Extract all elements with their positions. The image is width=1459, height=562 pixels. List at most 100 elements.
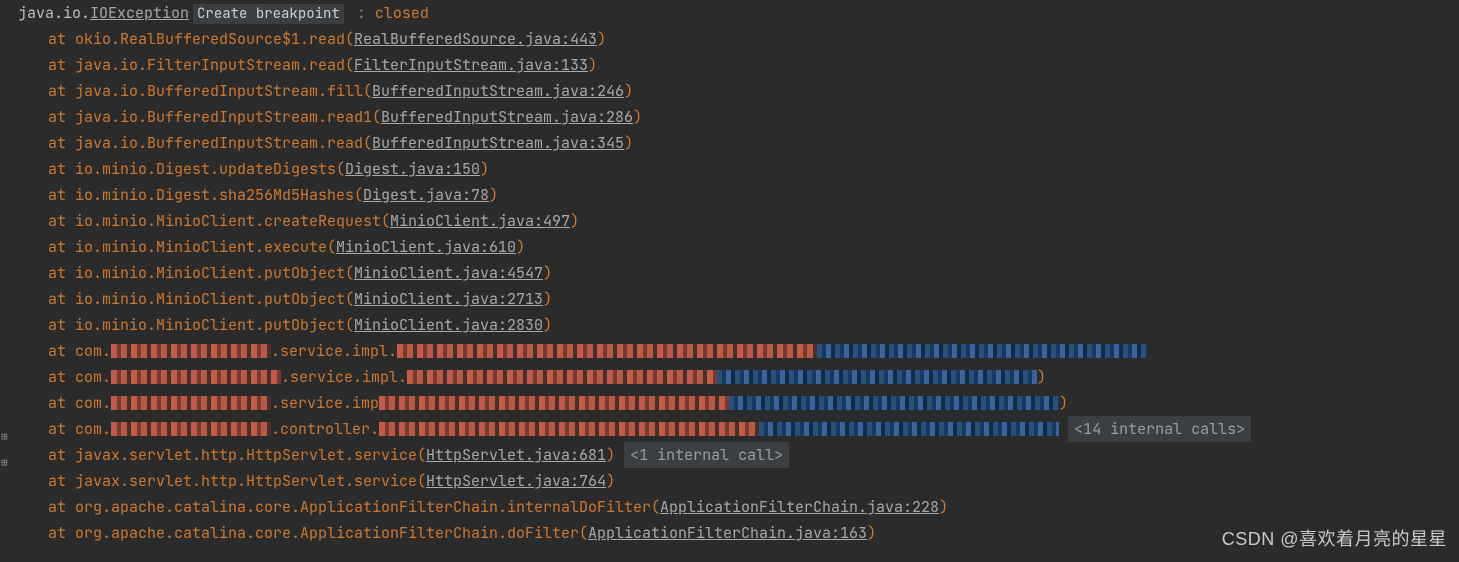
at-keyword: at xyxy=(48,133,75,153)
fold-marker-icon[interactable]: ⊞ xyxy=(1,450,13,462)
source-link[interactable]: Digest.java:150 xyxy=(345,159,480,179)
stack-frame: at io.minio.MinioClient.putObject(MinioC… xyxy=(18,286,1459,312)
at-keyword: at xyxy=(48,237,75,257)
source-link[interactable]: HttpServlet.java:764 xyxy=(426,471,606,491)
exception-message: closed xyxy=(375,3,429,23)
redacted-segment xyxy=(111,370,281,384)
redacted-segment xyxy=(111,396,271,410)
frame-path: javax.servlet.http.HttpServlet.service xyxy=(75,471,417,491)
at-keyword: at xyxy=(48,445,75,465)
separator: : xyxy=(348,3,375,23)
at-keyword: at xyxy=(48,263,75,283)
stack-frame: at java.io.BufferedInputStream.fill(Buff… xyxy=(18,78,1459,104)
stack-frame: at java.io.BufferedInputStream.read(Buff… xyxy=(18,130,1459,156)
stack-frame: at javax.servlet.http.HttpServlet.servic… xyxy=(18,468,1459,494)
frame-path: com. xyxy=(75,393,111,413)
at-keyword: at xyxy=(48,29,75,49)
fold-marker-icon[interactable]: ⊞ xyxy=(1,424,13,436)
exception-line: java.io.IOExceptionCreate breakpoint : c… xyxy=(18,0,1459,26)
frame-path: com. xyxy=(75,341,111,361)
frame-path: .service.imp xyxy=(271,393,379,413)
redacted-segment xyxy=(111,344,271,358)
at-keyword: at xyxy=(48,341,75,361)
source-link[interactable]: MinioClient.java:2830 xyxy=(354,315,543,335)
stack-frame: at io.minio.MinioClient.putObject(MinioC… xyxy=(18,312,1459,338)
source-link[interactable]: MinioClient.java:2713 xyxy=(354,289,543,309)
source-link[interactable]: Digest.java:78 xyxy=(363,185,489,205)
stack-frame: at okio.RealBufferedSource$1.read(RealBu… xyxy=(18,26,1459,52)
frame-path: .service.impl. xyxy=(281,367,407,387)
stack-frame: at io.minio.Digest.updateDigests(Digest.… xyxy=(18,156,1459,182)
stack-frame: at javax.servlet.http.HttpServlet.servic… xyxy=(18,442,1459,468)
source-link[interactable]: ApplicationFilterChain.java:163 xyxy=(588,523,867,543)
at-keyword: at xyxy=(48,393,75,413)
at-keyword: at xyxy=(48,289,75,309)
internal-calls-badge[interactable]: <14 internal calls> xyxy=(1068,416,1251,442)
source-link[interactable]: HttpServlet.java:681 xyxy=(426,445,606,465)
frame-path: io.minio.MinioClient.execute xyxy=(75,237,327,257)
stack-frame: at io.minio.Digest.sha256Md5Hashes(Diges… xyxy=(18,182,1459,208)
at-keyword: at xyxy=(48,55,75,75)
redacted-segment xyxy=(379,396,729,410)
frame-path: .controller. xyxy=(271,419,379,439)
stack-frame: at com..service.imp) xyxy=(18,390,1459,416)
source-link[interactable]: BufferedInputStream.java:345 xyxy=(372,133,624,153)
frame-path: javax.servlet.http.HttpServlet.service xyxy=(75,445,417,465)
redacted-segment xyxy=(397,344,817,358)
source-link[interactable]: RealBufferedSource.java:443 xyxy=(354,29,597,49)
create-breakpoint-button[interactable]: Create breakpoint xyxy=(193,4,344,24)
frame-path: com. xyxy=(75,367,111,387)
frame-path: io.minio.Digest.updateDigests xyxy=(75,159,336,179)
redacted-link[interactable] xyxy=(817,344,1147,358)
csdn-watermark: CSDN @喜欢着月亮的星星 xyxy=(1222,526,1447,552)
frame-path: com. xyxy=(75,419,111,439)
at-keyword: at xyxy=(48,185,75,205)
source-link[interactable]: MinioClient.java:497 xyxy=(390,211,570,231)
at-keyword: at xyxy=(48,523,75,543)
frame-path: io.minio.MinioClient.createRequest xyxy=(75,211,381,231)
exception-package: java.io. xyxy=(18,3,90,23)
stack-frame: at io.minio.MinioClient.createRequest(Mi… xyxy=(18,208,1459,234)
stack-frame: at org.apache.catalina.core.ApplicationF… xyxy=(18,494,1459,520)
at-keyword: at xyxy=(48,107,75,127)
source-link[interactable]: MinioClient.java:4547 xyxy=(354,263,543,283)
internal-calls-badge[interactable]: <1 internal call> xyxy=(624,442,789,468)
frame-path: java.io.BufferedInputStream.read xyxy=(75,133,363,153)
console-stacktrace: { "exception":{"pkg":"java.io.","cls":"I… xyxy=(0,0,1459,562)
frame-path: io.minio.MinioClient.putObject xyxy=(75,263,345,283)
at-keyword: at xyxy=(48,367,75,387)
frame-path: io.minio.MinioClient.putObject xyxy=(75,315,345,335)
stack-frame: at io.minio.MinioClient.execute(MinioCli… xyxy=(18,234,1459,260)
at-keyword: at xyxy=(48,81,75,101)
frame-path: java.io.BufferedInputStream.fill xyxy=(75,81,363,101)
frame-path: io.minio.MinioClient.putObject xyxy=(75,289,345,309)
redacted-link[interactable] xyxy=(759,422,1059,436)
source-link[interactable]: ApplicationFilterChain.java:228 xyxy=(660,497,939,517)
stack-frame: at java.io.FilterInputStream.read(Filter… xyxy=(18,52,1459,78)
source-link[interactable]: MinioClient.java:610 xyxy=(336,237,516,257)
at-keyword: at xyxy=(48,211,75,231)
frame-path: .service.impl. xyxy=(271,341,397,361)
frame-path: okio.RealBufferedSource$1.read xyxy=(75,29,345,49)
stack-frame: at com. .controller. <14 internal calls> xyxy=(18,416,1459,442)
frame-path: java.io.BufferedInputStream.read1 xyxy=(75,107,372,127)
source-link[interactable]: BufferedInputStream.java:246 xyxy=(372,81,624,101)
at-keyword: at xyxy=(48,159,75,179)
at-keyword: at xyxy=(48,419,75,439)
source-link[interactable]: BufferedInputStream.java:286 xyxy=(381,107,633,127)
frame-path: org.apache.catalina.core.ApplicationFilt… xyxy=(75,497,651,517)
at-keyword: at xyxy=(48,497,75,517)
frame-path: io.minio.Digest.sha256Md5Hashes xyxy=(75,185,354,205)
frame-path: org.apache.catalina.core.ApplicationFilt… xyxy=(75,523,579,543)
exception-class-link[interactable]: IOException xyxy=(90,3,189,23)
redacted-segment xyxy=(379,422,759,436)
redacted-segment xyxy=(407,370,717,384)
stack-frame: at java.io.BufferedInputStream.read1(Buf… xyxy=(18,104,1459,130)
source-link[interactable]: FilterInputStream.java:133 xyxy=(354,55,588,75)
at-keyword: at xyxy=(48,315,75,335)
stack-frame: at com. .service.impl. xyxy=(18,338,1459,364)
stack-frame: at io.minio.MinioClient.putObject(MinioC… xyxy=(18,260,1459,286)
redacted-link[interactable] xyxy=(717,370,1037,384)
redacted-link[interactable] xyxy=(729,396,1059,410)
redacted-segment xyxy=(111,422,271,436)
